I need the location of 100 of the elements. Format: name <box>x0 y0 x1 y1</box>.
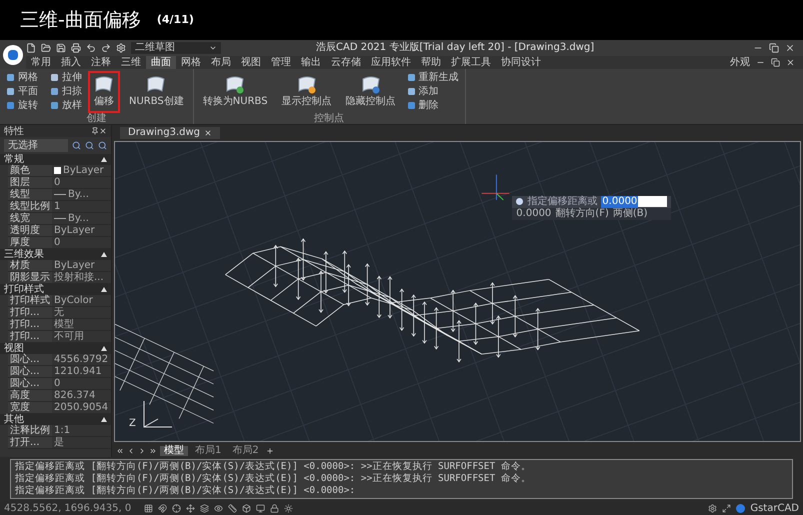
command-line: 指定偏移距离或 [翻转方向(F)/两侧(B)/实体(S)/表达式(E)] <0.0000>: >>正在恢复执行 SURFOFFSET 命令。 <box>14 473 532 485</box>
ribbon-small-button[interactable]: 放样 <box>48 99 84 112</box>
app-logo-icon[interactable] <box>3 44 23 64</box>
menu-tab[interactable]: 管理 <box>266 56 296 69</box>
menu-tab[interactable]: 云存储 <box>326 56 366 69</box>
ribbon-small-button[interactable]: 旋转 <box>4 99 40 112</box>
menu-tab[interactable]: 视图 <box>236 56 266 69</box>
ribbon-small-button[interactable]: 添加 <box>404 85 461 98</box>
section-header[interactable]: 三维效果 <box>0 249 111 260</box>
menu-tab[interactable]: 扩展工具 <box>446 56 496 69</box>
monitor-icon[interactable] <box>256 504 266 512</box>
appearance-menu[interactable]: 外观 <box>730 58 750 68</box>
collapse-arrow-icon[interactable] <box>101 252 107 257</box>
restore-icon[interactable] <box>769 43 779 53</box>
property-value: 无 <box>54 307 64 318</box>
prompt-option[interactable]: 两侧(B) <box>612 208 648 220</box>
undo-icon[interactable] <box>86 43 96 53</box>
selection-dropdown[interactable]: 无选择 <box>4 139 68 152</box>
menu-tab[interactable]: 插入 <box>56 56 86 69</box>
ribbon-small-button[interactable]: 删除 <box>404 99 461 112</box>
ribbon-small-button[interactable]: 拉伸 <box>48 71 84 84</box>
workspace-dropdown[interactable]: 二维草图 <box>131 42 221 54</box>
pin-icon[interactable] <box>91 127 99 135</box>
property-label: 打开... <box>8 437 52 448</box>
settings-icon[interactable] <box>708 504 718 512</box>
command-line: 指定偏移距离或 [翻转方向(F)/两侧(B)/实体(S)/表达式(E)] <0.0000>: >>正在恢复执行 SURFOFFSET 命令。 <box>14 461 532 473</box>
section-header[interactable]: 其他 <box>0 414 111 425</box>
eye-icon[interactable] <box>214 504 224 512</box>
property-label: 线型 <box>8 189 52 200</box>
previous-tab-icon[interactable] <box>127 446 135 454</box>
new-file-icon[interactable] <box>26 43 36 53</box>
ribbon-small-button[interactable]: 网格 <box>4 71 40 84</box>
property-label: 线型比例 <box>8 201 52 212</box>
close-icon[interactable] <box>786 58 795 67</box>
lock-icon[interactable] <box>270 504 280 512</box>
collapse-arrow-icon[interactable] <box>101 346 107 351</box>
distance-input[interactable]: 0.0000 <box>601 196 668 208</box>
settings-icon[interactable] <box>116 43 126 53</box>
select-objects-icon[interactable] <box>85 141 94 150</box>
redo-icon[interactable] <box>101 43 111 53</box>
menu-tab[interactable]: 协同设计 <box>496 56 546 69</box>
menu-tab[interactable]: 输出 <box>296 56 326 69</box>
select-objects-icon[interactable] <box>72 141 81 150</box>
ribbon-small-button[interactable]: 平面 <box>4 85 40 98</box>
close-icon[interactable] <box>99 127 107 135</box>
section-header[interactable]: 打印样式 <box>0 284 111 295</box>
ribbon-small-button[interactable]: 重新生成 <box>404 71 461 84</box>
sun-icon[interactable] <box>284 504 294 512</box>
property-label: 颜色 <box>8 165 52 176</box>
print-icon[interactable] <box>71 43 81 53</box>
ribbon-large-button[interactable]: 转换为NURBS <box>198 71 273 113</box>
collapse-arrow-icon[interactable] <box>101 287 107 292</box>
crosshair-icon[interactable] <box>172 504 182 512</box>
drawing-canvas[interactable]: 指定偏移距离或 0.0000 0.0000 翻转方向(F) 两侧(B) Z <box>114 141 801 442</box>
ribbon-large-button[interactable]: NURBS创建 <box>124 71 189 113</box>
box-icon[interactable] <box>242 504 252 512</box>
close-icon[interactable] <box>204 129 212 137</box>
layout-tab[interactable]: 布局1 <box>191 446 226 456</box>
ribbon-small-button[interactable]: 扫掠 <box>48 85 84 98</box>
save-icon[interactable] <box>56 43 66 53</box>
next-tab-icon[interactable] <box>138 446 146 454</box>
ribbon-large-button[interactable]: 显示控制点 <box>276 71 337 113</box>
open-folder-icon[interactable] <box>41 43 51 53</box>
restore-icon[interactable] <box>771 58 780 67</box>
surface-sheet-icon <box>296 75 318 95</box>
property-value: 0 <box>54 177 60 188</box>
magnet-icon[interactable] <box>158 504 168 512</box>
section-header[interactable]: 视图 <box>0 343 111 354</box>
grid-icon[interactable] <box>144 504 154 512</box>
close-icon[interactable] <box>785 43 795 53</box>
menu-tab[interactable]: 应用软件 <box>366 56 416 69</box>
linetype-line-icon <box>54 194 66 195</box>
menu-tab[interactable]: 网格 <box>176 56 206 69</box>
menu-tab[interactable]: 布局 <box>206 56 236 69</box>
menu-tab[interactable]: 三维 <box>116 56 146 69</box>
property-value: 是 <box>54 437 64 448</box>
last-tab-icon[interactable] <box>149 446 157 454</box>
document-tab[interactable]: Drawing3.dwg <box>120 127 220 139</box>
collapse-arrow-icon[interactable] <box>101 157 107 162</box>
add-tab-icon[interactable] <box>266 446 274 454</box>
select-objects-icon[interactable] <box>98 141 107 150</box>
menu-tab[interactable]: 曲面 <box>146 56 176 69</box>
ribbon-large-button[interactable]: 偏移 <box>88 71 120 113</box>
layout-tab[interactable]: 布局2 <box>228 446 263 456</box>
property-value: 0 <box>54 378 60 389</box>
menu-tab[interactable]: 注释 <box>86 56 116 69</box>
property-value: 投射和接... <box>54 272 104 283</box>
layers-icon[interactable] <box>200 504 210 512</box>
menu-tab[interactable]: 常用 <box>26 56 56 69</box>
collapse-arrow-icon[interactable] <box>101 417 107 422</box>
layout-tab[interactable]: 模型 <box>160 446 188 456</box>
menu-tab[interactable]: 帮助 <box>416 56 446 69</box>
fullscreen-icon[interactable] <box>722 504 732 512</box>
property-value: 2050.9054 <box>54 402 108 413</box>
first-tab-icon[interactable] <box>116 446 124 454</box>
ruler-icon[interactable] <box>228 504 238 512</box>
move-icon[interactable] <box>186 504 196 512</box>
prompt-option[interactable]: 翻转方向(F) <box>555 208 609 220</box>
section-header[interactable]: 常规 <box>0 154 111 165</box>
ribbon-large-button[interactable]: 隐藏控制点 <box>340 71 401 113</box>
